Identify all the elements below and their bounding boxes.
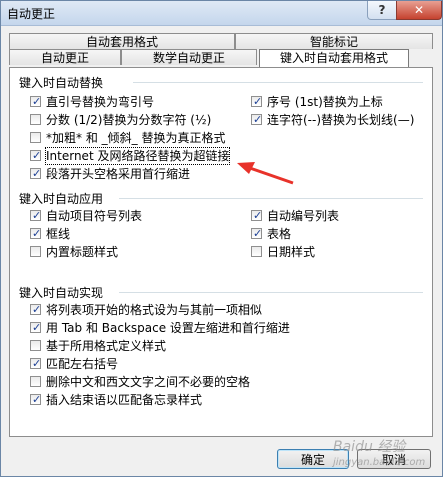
tab-autoformat[interactable]: 自动套用格式 — [9, 33, 235, 49]
check-mark-icon: ✓ — [253, 209, 263, 222]
check-mark-icon: ✓ — [32, 149, 42, 162]
checkbox[interactable] — [251, 246, 262, 257]
group-title-replace: 键入时自动替换 — [19, 76, 104, 90]
autocorrect-dialog: 自动更正 ? ✕ 自动套用格式 智能标记 自动更正 数学自动更正 键入时自动套用… — [0, 0, 443, 477]
checkbox[interactable]: ✓ — [30, 393, 42, 406]
check-mark-icon: ✓ — [32, 321, 42, 334]
check-mark-icon: ✓ — [32, 393, 42, 406]
checkbox[interactable]: ✓ — [30, 149, 42, 162]
check-mark-icon: ✓ — [253, 95, 263, 108]
help-button[interactable]: ? — [367, 1, 397, 20]
check-mark-icon: ✓ — [32, 167, 42, 180]
tab-smart-tags[interactable]: 智能标记 — [235, 33, 433, 49]
check-mark-icon: ✓ — [253, 227, 263, 240]
window-title: 自动更正 — [7, 7, 56, 21]
check-mark-icon: ✓ — [32, 303, 42, 316]
tab-math-autocorrect[interactable]: 数学自动更正 — [121, 49, 257, 65]
checkbox[interactable]: ✓ — [251, 95, 263, 108]
checkbox[interactable]: ✓ — [30, 167, 42, 180]
check-mark-icon: ✓ — [32, 95, 42, 108]
checkbox[interactable]: ✓ — [30, 357, 42, 370]
checkbox[interactable] — [30, 376, 41, 387]
check-mark-icon: ✓ — [32, 227, 42, 240]
checkbox[interactable]: ✓ — [30, 321, 42, 334]
group-divider — [133, 82, 423, 83]
check-mark-icon: ✓ — [32, 357, 42, 370]
close-button[interactable]: ✕ — [396, 1, 442, 20]
checkbox[interactable]: ✓ — [30, 303, 42, 316]
check-mark-icon: ✓ — [253, 113, 263, 126]
checkbox[interactable] — [30, 340, 41, 351]
group-title-apply: 键入时自动应用 — [19, 192, 104, 206]
checkbox[interactable]: ✓ — [30, 95, 42, 108]
tab-autocorrect[interactable]: 自动更正 — [9, 49, 121, 65]
checkbox[interactable]: ✓ — [251, 227, 263, 240]
red-arrow-annotation — [237, 162, 294, 185]
group-divider — [119, 292, 423, 293]
checkbox[interactable]: ✓ — [251, 209, 263, 222]
checkbox[interactable] — [30, 246, 41, 257]
group-divider — [119, 198, 423, 199]
checkbox[interactable]: ✓ — [30, 227, 42, 240]
watermark-logo: Baidu 经验 jingyan.baidu.com — [333, 439, 426, 468]
title-bar: 自动更正 ? ✕ — [1, 1, 442, 26]
checkbox[interactable] — [30, 132, 41, 143]
check-mark-icon: ✓ — [32, 209, 42, 222]
checkbox[interactable]: ✓ — [251, 113, 263, 126]
group-title-auto: 键入时自动实现 — [19, 286, 104, 300]
checkbox[interactable] — [30, 114, 41, 125]
checkbox[interactable]: ✓ — [30, 209, 42, 222]
tab-autoformat-as-you-type[interactable]: 键入时自动套用格式 — [259, 49, 409, 67]
